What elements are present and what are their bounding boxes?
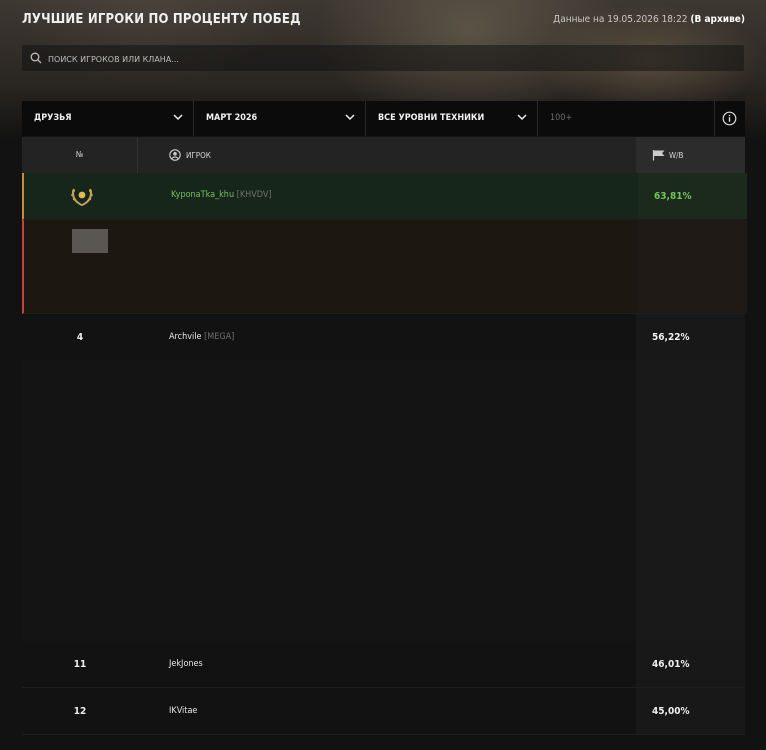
table-row[interactable]: 11 JekJones 46,01%: [22, 641, 745, 688]
period-filter[interactable]: МАРТ 2026: [194, 101, 366, 136]
player-clan: [MEGA]: [204, 332, 235, 342]
table-row[interactable]: KyponaTka_khu [KHVDV] 63,81%: [22, 173, 747, 220]
data-date: Данные на 19.05.2026 18:22 (В архиве): [553, 14, 745, 25]
player-nick: JekJones: [169, 659, 203, 669]
player-nick: IKVitae: [169, 706, 198, 716]
battles-filter[interactable]: 100+: [542, 101, 710, 136]
period-filter-label: МАРТ 2026: [206, 113, 258, 123]
filter-bar: ДРУЗЬЯ МАРТ 2026 ВСЕ УРОВНИ ТЕХНИКИ 100+: [22, 101, 745, 136]
rank-cell: 12: [73, 706, 87, 717]
winrate-value: 45,00%: [652, 706, 690, 717]
rank-cell: 11: [73, 659, 87, 670]
winrate-value: 46,01%: [652, 659, 690, 670]
player-name[interactable]: IKVitae: [169, 706, 197, 716]
col-player-label: ИГРОК: [186, 151, 211, 160]
friends-filter-label: ДРУЗЬЯ: [34, 113, 72, 123]
page-title: ЛУЧШИЕ ИГРОКИ ПО ПРОЦЕНТУ ПОБЕД: [22, 12, 301, 27]
chevron-down-icon: [345, 114, 355, 121]
winrate-value: 63,81%: [654, 191, 692, 202]
player-name[interactable]: JekJones: [169, 659, 203, 669]
flag-icon: [652, 150, 665, 161]
col-player-header[interactable]: ИГРОК: [139, 137, 636, 173]
winrate-value: 56,22%: [652, 332, 690, 343]
info-button[interactable]: [714, 101, 745, 136]
rank-cell: [24, 173, 140, 219]
col-winrate-label: W/B: [669, 151, 684, 160]
col-rank-header[interactable]: №: [22, 137, 138, 173]
player-name[interactable]: KyponaTka_khu [KHVDV]: [171, 190, 272, 200]
tier-filter-label: ВСЕ УРОВНИ ТЕХНИКИ: [378, 113, 485, 123]
table-row[interactable]: 4 Archvile [MEGA] 56,22%: [22, 314, 745, 361]
player-nick: KyponaTka_khu: [171, 190, 235, 200]
laurel-badge-icon: [71, 188, 93, 206]
friends-filter[interactable]: ДРУЗЬЯ: [22, 101, 194, 136]
player-nick: Archvile: [169, 332, 202, 342]
chevron-down-icon: [517, 114, 527, 121]
player-icon: [169, 149, 181, 161]
winrate-cell-bg: [636, 360, 745, 641]
search-input[interactable]: [46, 45, 730, 73]
winrate-cell-bg: [638, 220, 747, 313]
archive-label: (В архиве): [690, 14, 745, 25]
hidden-rows-area: [22, 360, 745, 641]
table-row-hidden: [22, 220, 747, 314]
search-bar[interactable]: [22, 45, 744, 73]
date-text: Данные на 19.05.2026 18:22: [553, 14, 688, 25]
chevron-down-icon: [173, 114, 183, 121]
battles-filter-label: 100+: [550, 113, 573, 123]
player-name[interactable]: Archvile [MEGA]: [169, 332, 234, 342]
rank-cell: 4: [76, 332, 84, 343]
col-winrate-header[interactable]: W/B: [636, 137, 745, 173]
table-row[interactable]: 12 IKVitae 45,00%: [22, 688, 745, 735]
player-clan: [KHVDV]: [236, 190, 272, 200]
search-icon: [30, 52, 42, 64]
table-header: № ИГРОК W/B: [22, 137, 745, 173]
avatar-placeholder: [72, 229, 108, 253]
tier-filter[interactable]: ВСЕ УРОВНИ ТЕХНИКИ: [366, 101, 538, 136]
info-icon: [722, 111, 737, 126]
